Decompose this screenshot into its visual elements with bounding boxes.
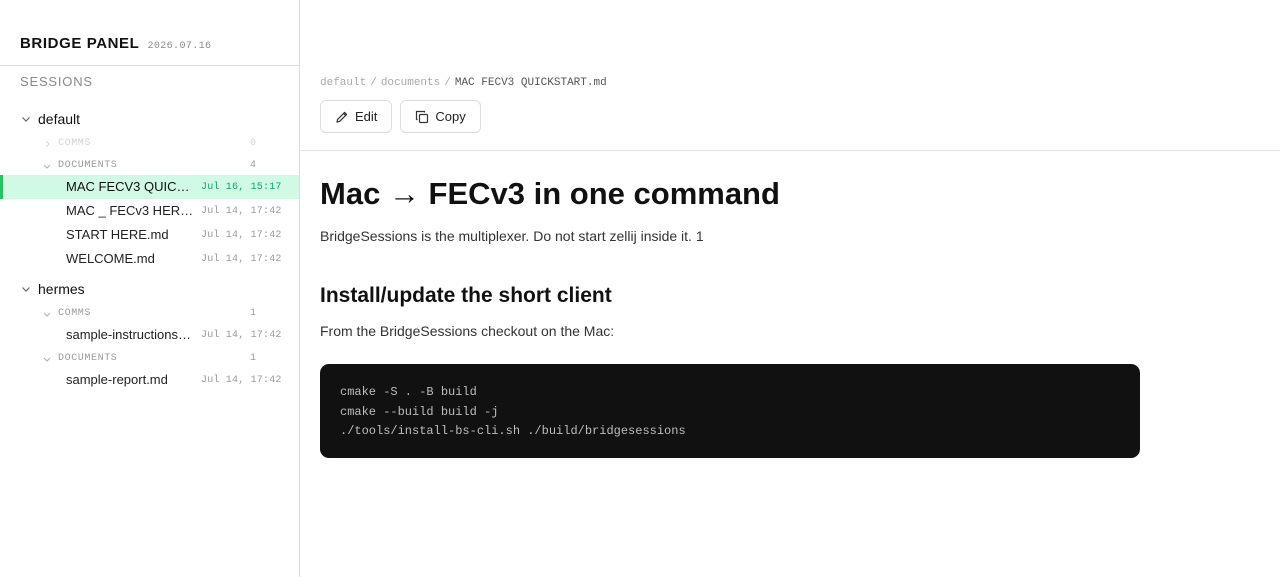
document-intro: BridgeSessions is the multiplexer. Do no…: [320, 228, 704, 244]
document-body: Mac → FECv3 in one command BridgeSession…: [320, 176, 1160, 458]
brand: BRIDGE PANEL 2026.07.16: [20, 35, 211, 52]
file-name: sample-instructions.md: [66, 327, 194, 342]
chevron-down-icon: [43, 164, 51, 169]
file-item[interactable]: WELCOME.md Jul 14, 17:42: [0, 247, 299, 271]
group-label: COMMS: [58, 138, 92, 149]
sessions-heading: SESSIONS: [20, 74, 93, 89]
file-name: MAC FECV3 QUICKSTART.md: [66, 179, 194, 194]
file-name: START HERE.md: [66, 227, 169, 242]
main-panel: default / documents / MAC FECV3 QUICKSTA…: [300, 0, 1280, 577]
group-label: COMMS: [58, 308, 92, 319]
group-count: 4: [250, 160, 257, 171]
file-time: Jul 14, 17:42: [201, 375, 282, 386]
breadcrumb-current: MAC FECV3 QUICKSTART.md: [454, 77, 607, 89]
chevron-down-icon: [43, 357, 51, 362]
code-line: ./tools/install-bs-cli.sh ./build/bridge…: [340, 424, 686, 438]
chevron-down-icon: [43, 312, 51, 317]
code-line: cmake -S . -B build: [340, 385, 477, 399]
edit-label: Edit: [355, 109, 378, 124]
file-name: sample-report.md: [66, 372, 168, 387]
breadcrumb-folder[interactable]: documents: [381, 77, 440, 89]
group-label: DOCUMENTS: [58, 160, 118, 171]
app-title: BRIDGE PANEL: [20, 35, 140, 52]
pencil-icon: [336, 111, 348, 123]
group-count: 0: [250, 138, 257, 149]
copy-icon: [416, 110, 429, 123]
document-title: Mac → FECv3 in one command: [320, 176, 780, 211]
app-date: 2026.07.16: [147, 41, 212, 52]
chevron-right-icon: [45, 140, 50, 148]
breadcrumb-session[interactable]: default: [320, 77, 366, 89]
chevron-down-icon: [22, 287, 30, 292]
breadcrumb: default / documents / MAC FECV3 QUICKSTA…: [320, 77, 607, 89]
session-tree: default COMMS 0 DOCUMENTS 4 MAC FECV3 QU…: [0, 106, 299, 392]
breadcrumb-separator: /: [444, 77, 451, 89]
section-text: From the BridgeSessions checkout on the …: [320, 323, 615, 339]
group-documents[interactable]: DOCUMENTS 1: [0, 348, 299, 370]
edit-button[interactable]: Edit: [320, 100, 393, 133]
group-count: 1: [250, 308, 257, 319]
file-time: Jul 14, 17:42: [201, 230, 282, 241]
group-count: 1: [250, 353, 257, 364]
copy-label: Copy: [435, 109, 466, 124]
file-time: Jul 14, 17:42: [201, 206, 282, 217]
session-name: hermes: [38, 281, 85, 297]
file-item[interactable]: START HERE.md Jul 14, 17:42: [0, 223, 299, 247]
breadcrumb-separator: /: [370, 77, 377, 89]
chevron-down-icon: [22, 117, 30, 122]
file-time: Jul 16, 15:17: [201, 182, 282, 193]
file-item-active[interactable]: MAC FECV3 QUICKSTART.md Jul 16, 15:17: [0, 175, 299, 199]
file-item[interactable]: sample-instructions.md Jul 14, 17:42: [0, 323, 299, 347]
code-line: cmake --build build -j: [340, 404, 499, 419]
file-item[interactable]: MAC _ FECv3 HERE.md Jul 14, 17:42: [0, 199, 299, 223]
file-item[interactable]: sample-report.md Jul 14, 17:42: [0, 368, 299, 392]
group-comms[interactable]: COMMS 1: [0, 303, 299, 325]
file-name: WELCOME.md: [66, 251, 155, 266]
divider: [0, 65, 299, 66]
group-comms[interactable]: COMMS 0: [0, 133, 299, 155]
divider: [300, 150, 1280, 151]
section-heading: Install/update the short client: [320, 284, 612, 307]
copy-button[interactable]: Copy: [400, 100, 481, 133]
session-hermes[interactable]: hermes: [0, 276, 299, 302]
file-name: MAC _ FECv3 HERE.md: [66, 203, 194, 218]
session-name: default: [38, 111, 81, 127]
session-default[interactable]: default: [0, 106, 299, 132]
toolbar: Edit Copy: [320, 100, 481, 133]
group-label: DOCUMENTS: [58, 353, 118, 364]
group-documents[interactable]: DOCUMENTS 4: [0, 155, 299, 177]
code-block[interactable]: cmake -S . -B build cmake --build build …: [320, 364, 1140, 458]
file-time: Jul 14, 17:42: [201, 330, 282, 341]
sidebar: BRIDGE PANEL 2026.07.16 SESSIONS default…: [0, 0, 300, 577]
file-time: Jul 14, 17:42: [201, 254, 282, 265]
